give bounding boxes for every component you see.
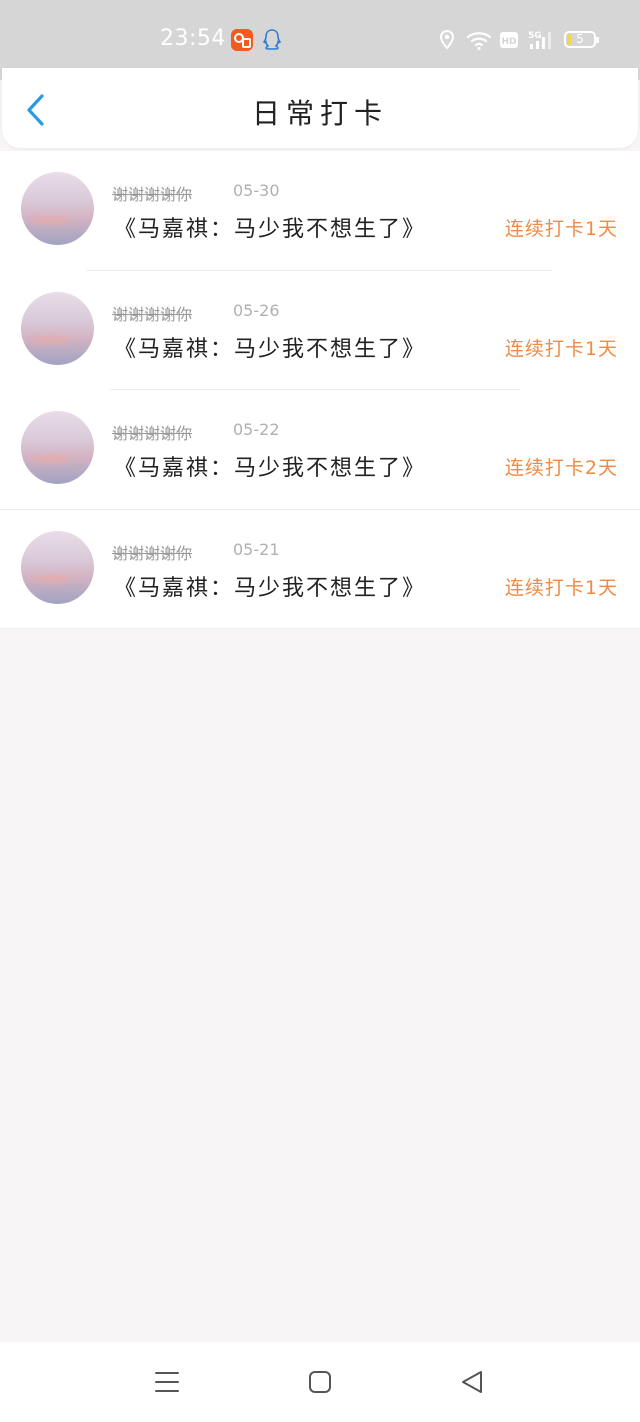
checkin-title: 《马嘉祺：马少我不想生了》 (114, 575, 427, 601)
svg-text:5G: 5G (528, 31, 542, 41)
avatar[interactable] (21, 172, 94, 245)
battery-icon: 5 (564, 31, 599, 48)
checkin-title: 《马嘉祺：马少我不想生了》 (114, 217, 427, 242)
location-icon (439, 29, 455, 50)
checkin-date: 05-21 (233, 539, 280, 559)
svg-text:HD: HD (501, 37, 516, 47)
streak-label: 连续打卡1天 (504, 218, 618, 240)
menu-button[interactable] (147, 1364, 187, 1400)
checkin-row[interactable]: 谢谢谢谢你 05-30 《马嘉祺：马少我不想生了》 连续打卡1天 (0, 151, 640, 271)
signal-5g-icon: 5G (528, 31, 551, 49)
checkin-list: 谢谢谢谢你 05-30 《马嘉祺：马少我不想生了》 连续打卡1天 谢谢谢谢你 0… (0, 151, 640, 629)
home-icon (309, 1371, 331, 1393)
checkin-row[interactable]: 谢谢谢谢你 05-21 《马嘉祺：马少我不想生了》 连续打卡1天 (0, 510, 640, 629)
username: 谢谢谢谢你 (112, 185, 193, 204)
checkin-row[interactable]: 谢谢谢谢你 05-22 《马嘉祺：马少我不想生了》 连续打卡2天 (0, 390, 640, 510)
system-nav-bar (0, 1342, 640, 1422)
avatar[interactable] (21, 291, 94, 365)
app-header: 日常打卡 (2, 68, 638, 148)
status-time: 23:54 (160, 26, 226, 51)
checkin-title: 《马嘉祺：马少我不想生了》 (114, 456, 427, 481)
wifi-icon (466, 32, 492, 51)
checkin-date: 05-22 (233, 420, 280, 439)
menu-icon (155, 1372, 179, 1392)
checkin-title: 《马嘉祺：马少我不想生了》 (114, 336, 427, 362)
back-nav-button[interactable] (452, 1364, 492, 1400)
username: 谢谢谢谢你 (112, 424, 193, 443)
page-title: 日常打卡 (251, 97, 388, 130)
streak-label: 连续打卡1天 (504, 576, 618, 599)
battery-level: 5 (576, 32, 584, 46)
back-icon (462, 1371, 482, 1393)
streak-label: 连续打卡2天 (504, 457, 618, 479)
checkin-date: 05-30 (233, 181, 280, 200)
avatar[interactable] (21, 530, 94, 604)
divider (0, 628, 640, 629)
checkin-row[interactable]: 谢谢谢谢你 05-26 《马嘉祺：马少我不想生了》 连续打卡1天 (0, 271, 640, 390)
username: 谢谢谢谢你 (112, 304, 193, 324)
checkin-date: 05-26 (233, 300, 280, 320)
home-button[interactable] (300, 1364, 340, 1400)
username: 谢谢谢谢你 (112, 543, 193, 563)
avatar[interactable] (21, 411, 94, 484)
app-icon (231, 29, 253, 51)
hd-icon: HD (500, 32, 518, 48)
qq-icon (263, 29, 281, 50)
streak-label: 连续打卡1天 (504, 337, 618, 360)
